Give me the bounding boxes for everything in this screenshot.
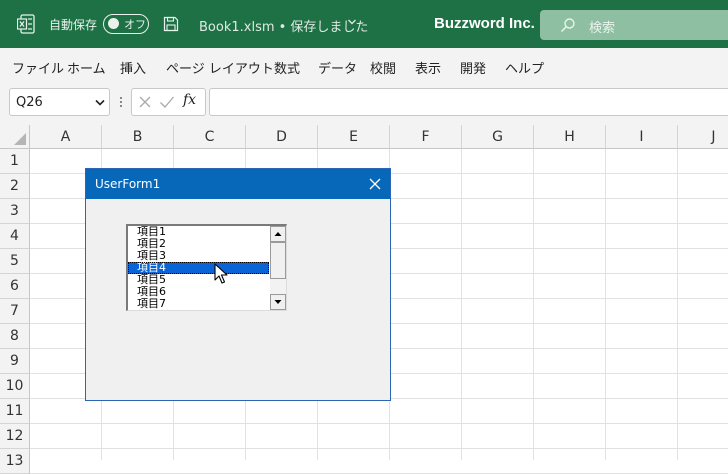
name-box-value: Q26	[16, 95, 43, 110]
insert-function-button[interactable]: fx	[183, 92, 196, 108]
autosave-state: オフ	[124, 18, 146, 31]
column-header-a[interactable]: A	[30, 125, 102, 149]
row-header-1[interactable]: 1	[0, 149, 30, 174]
gridline-vertical	[605, 149, 606, 460]
name-box[interactable]: Q26	[9, 88, 110, 116]
close-icon[interactable]	[369, 178, 381, 190]
column-header-f[interactable]: F	[390, 125, 462, 149]
tab-home[interactable]: ホーム	[67, 58, 106, 77]
search-placeholder: 検索	[589, 21, 616, 36]
column-header-j[interactable]: J	[678, 125, 728, 149]
row-header-3[interactable]: 3	[0, 199, 30, 224]
tab-view[interactable]: 表示	[415, 58, 441, 77]
row-header-9[interactable]: 9	[0, 349, 30, 374]
listbox[interactable]: 項目1 項目2 項目3 項目4 項目5 項目6 項目7	[126, 224, 287, 311]
save-icon[interactable]	[163, 16, 179, 32]
gridline-vertical	[461, 149, 462, 460]
column-header-b[interactable]: B	[102, 125, 174, 149]
search-box[interactable]: 検索	[540, 10, 728, 40]
listbox-item[interactable]: 項目7	[128, 298, 269, 310]
column-header-i[interactable]: I	[606, 125, 678, 149]
gridline-vertical	[533, 149, 534, 460]
row-header-12[interactable]: 12	[0, 424, 30, 449]
select-all-button[interactable]	[0, 125, 30, 149]
scroll-down-button[interactable]	[270, 294, 286, 310]
ribbon-tabs: ファイル ホーム 挿入 ページ レイアウト 数式 データ 校閲 表示 開発 ヘル…	[0, 48, 728, 82]
userform-window: UserForm1 項目1 項目2 項目3 項目4 項目5 項目6 項目7	[85, 168, 391, 401]
formula-input[interactable]	[209, 88, 728, 116]
tab-developer[interactable]: 開発	[460, 58, 486, 77]
check-icon[interactable]	[159, 95, 175, 109]
column-header-h[interactable]: H	[534, 125, 606, 149]
scroll-thumb[interactable]	[270, 242, 286, 279]
excel-icon	[17, 14, 35, 34]
gridline-vertical	[677, 149, 678, 460]
arrow-down-icon	[274, 300, 282, 304]
row-header-10[interactable]: 10	[0, 374, 30, 399]
more-options-icon[interactable]	[119, 95, 123, 109]
userform-titlebar[interactable]: UserForm1	[86, 169, 390, 199]
select-all-icon	[14, 133, 26, 145]
row-header-7[interactable]: 7	[0, 299, 30, 324]
row-header-11[interactable]: 11	[0, 399, 30, 424]
column-header-d[interactable]: D	[246, 125, 318, 149]
row-header-5[interactable]: 5	[0, 249, 30, 274]
document-title[interactable]: Book1.xlsm • 保存しました	[199, 16, 368, 35]
userform-title: UserForm1	[95, 177, 161, 191]
tab-formulas[interactable]: 数式	[274, 58, 300, 77]
scroll-up-button[interactable]	[270, 226, 286, 242]
autosave-toggle[interactable]: オフ	[103, 14, 149, 34]
tab-insert[interactable]: 挿入	[120, 58, 146, 77]
search-icon	[560, 18, 575, 33]
gridline-horizontal	[30, 423, 728, 424]
row-header-4[interactable]: 4	[0, 224, 30, 249]
gridline-horizontal	[30, 448, 728, 449]
autosave-label: 自動保存	[49, 18, 98, 32]
chevron-down-icon[interactable]	[347, 17, 357, 27]
account-name: Buzzword Inc.	[434, 15, 535, 32]
row-header-13[interactable]: 13	[0, 449, 30, 474]
chevron-down-icon[interactable]	[95, 99, 105, 107]
row-header-8[interactable]: 8	[0, 324, 30, 349]
tab-help[interactable]: ヘルプ	[505, 58, 544, 77]
column-header-c[interactable]: C	[174, 125, 246, 149]
cancel-icon[interactable]	[138, 95, 152, 109]
column-header-g[interactable]: G	[462, 125, 534, 149]
arrow-up-icon	[274, 232, 282, 236]
tab-review[interactable]: 校閲	[370, 58, 396, 77]
toggle-knob	[108, 18, 119, 29]
tab-page-layout[interactable]: ページ レイアウト	[166, 58, 274, 77]
row-header-2[interactable]: 2	[0, 174, 30, 199]
formula-bar: Q26 fx	[0, 82, 728, 125]
tab-file[interactable]: ファイル	[12, 58, 64, 77]
title-bar: 自動保存 オフ Book1.xlsm • 保存しました Buzzword Inc…	[0, 0, 728, 48]
row-header-6[interactable]: 6	[0, 274, 30, 299]
vertical-scrollbar[interactable]	[270, 226, 286, 310]
column-header-e[interactable]: E	[318, 125, 390, 149]
mouse-cursor-icon	[214, 263, 228, 284]
formula-controls: fx	[131, 88, 206, 116]
tab-data[interactable]: データ	[318, 58, 357, 77]
